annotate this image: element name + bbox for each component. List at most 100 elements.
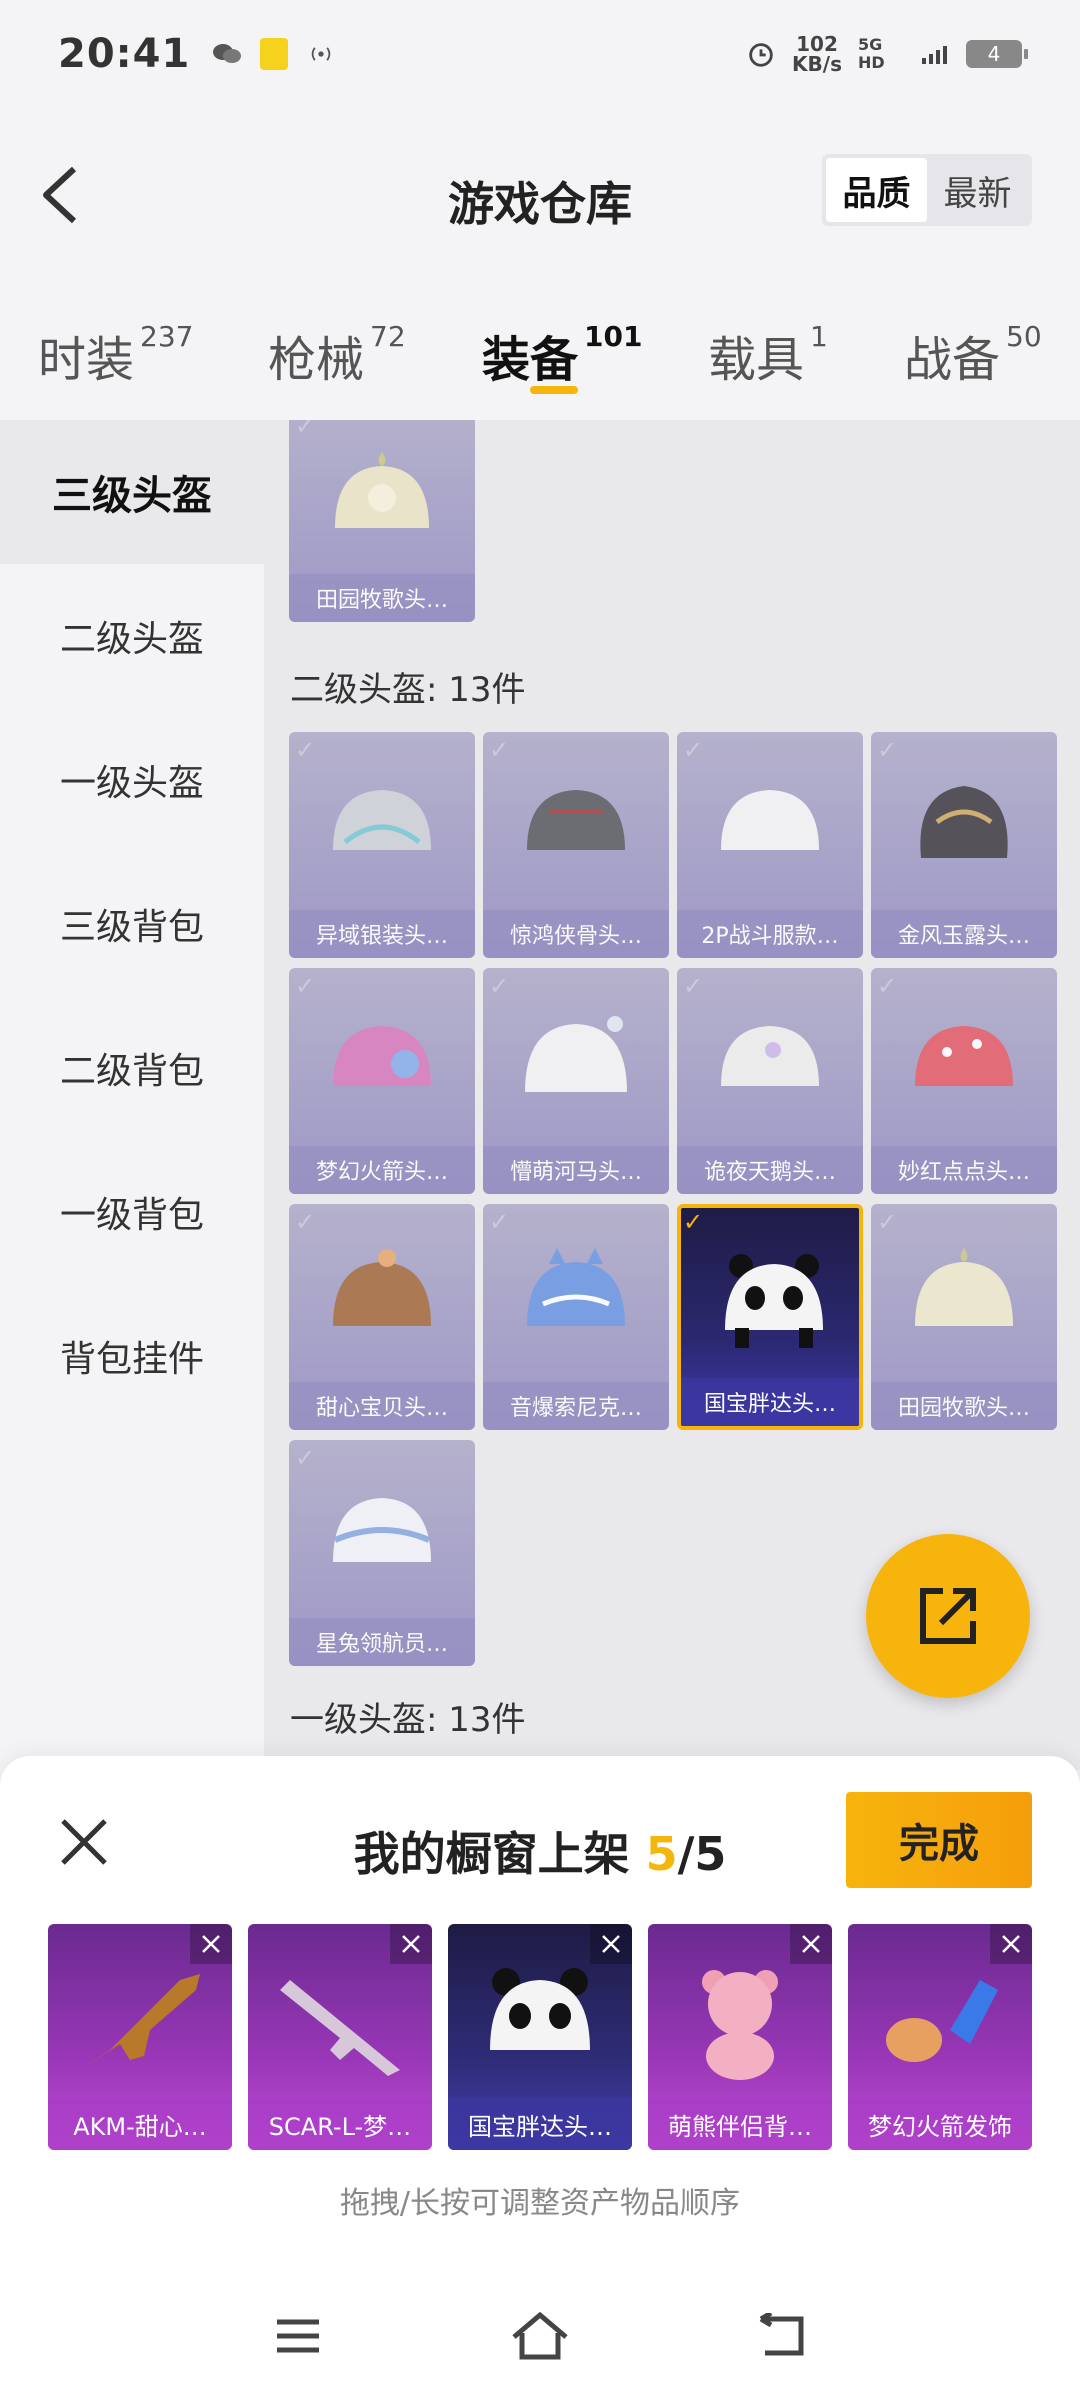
showcase-count-separator: / [677, 1827, 695, 1881]
grid-card[interactable]: ✓ 惊鸿侠骨头… [483, 732, 669, 958]
hotspot-icon [306, 39, 336, 69]
grid-card-selected[interactable]: ✓ 国宝胖达头… [677, 1204, 863, 1430]
grid-card[interactable]: ✓ 音爆索尼克… [483, 1204, 669, 1430]
back-icon [759, 2313, 804, 2356]
helmet-icon [920, 786, 1008, 858]
tab-supplies[interactable]: 战备 50 [904, 320, 1042, 390]
check-icon: ✓ [877, 1208, 898, 1236]
sidebar-item-level1-helmet[interactable]: 一级头盔 [0, 708, 264, 852]
grid-card[interactable]: ✓ 诡夜天鹅头… [677, 968, 863, 1194]
remove-item-button[interactable] [790, 1924, 832, 1964]
helmet-icon [333, 1026, 431, 1086]
helmet-icon [915, 1248, 1013, 1326]
card-label: 星兔领航员… [289, 1618, 475, 1666]
alarm-icon [746, 39, 776, 69]
back-nav-button[interactable] [752, 2306, 812, 2366]
network-type: 5G HD [858, 35, 885, 72]
home-button[interactable] [510, 2306, 570, 2366]
grid-card[interactable]: ✓ 甜心宝贝头… [289, 1204, 475, 1430]
sidebar-item-level3-backpack[interactable]: 三级背包 [0, 852, 264, 996]
tab-count: 101 [584, 320, 643, 353]
sort-quality-button[interactable]: 品质 [826, 158, 927, 222]
battery-icon: 4 [966, 40, 1028, 68]
shelf-label: AKM-甜心… [48, 2098, 232, 2150]
share-button[interactable] [866, 1534, 1030, 1698]
showcase-count-total: 5 [694, 1827, 727, 1881]
grid-card[interactable]: ✓ 梦幻火箭头… [289, 968, 475, 1194]
card-label: 懵萌河马头… [483, 1146, 669, 1194]
helmet-icon [527, 790, 625, 850]
close-icon [802, 1935, 820, 1953]
section-title-level2: 二级头盔: 13件 [290, 670, 526, 710]
shelf-item[interactable]: SCAR-L-梦… [248, 1924, 432, 2150]
tab-count: 1 [810, 320, 828, 353]
shelf-label: 萌熊伴侣背… [648, 2098, 832, 2150]
helmet-icon [333, 1498, 431, 1562]
grid-card[interactable]: ✓ 田园牧歌头… [871, 1204, 1057, 1430]
tab-equipment[interactable]: 装备 101 [482, 320, 642, 390]
shelf-item[interactable]: 国宝胖达头… [448, 1924, 632, 2150]
card-label: 国宝胖达头… [681, 1378, 859, 1426]
tab-label: 时装 [38, 332, 135, 388]
shelf-item[interactable]: 萌熊伴侣背… [648, 1924, 832, 2150]
showcase-shelf: AKM-甜心… SCAR-L-梦… 国宝胖达头… 萌熊伴侣背… 梦幻火箭发饰 [48, 1924, 1032, 2150]
tab-vehicles[interactable]: 载具 1 [708, 320, 828, 390]
check-icon: ✓ [295, 1444, 316, 1472]
sheet-title-text: 我的橱窗上架 [353, 1827, 630, 1881]
card-label: 梦幻火箭头… [289, 1146, 475, 1194]
tab-fashion[interactable]: 时装 237 [38, 320, 193, 390]
grid-card[interactable]: ✓ 金风玉露头… [871, 732, 1057, 958]
grid-card[interactable]: ✓ 异域银装头… [289, 732, 475, 958]
sidebar-item-level2-helmet[interactable]: 二级头盔 [0, 564, 264, 708]
card-label: 甜心宝贝头… [289, 1382, 475, 1430]
card-label: 妙红点点头… [871, 1146, 1057, 1194]
sidebar-item-level1-backpack[interactable]: 一级背包 [0, 1140, 264, 1284]
remove-item-button[interactable] [590, 1924, 632, 1964]
check-icon: ✓ [489, 1208, 510, 1236]
menu-button[interactable] [268, 2306, 328, 2366]
helmet-icon [721, 1026, 819, 1086]
tab-label: 战备 [904, 332, 1001, 388]
helmet-icon [915, 1026, 1013, 1086]
check-icon: ✓ [877, 972, 898, 1000]
sort-toggle: 品质 最新 [822, 154, 1032, 226]
network-speed: 102 KB/s [792, 34, 842, 74]
tab-count: 50 [1006, 320, 1042, 353]
sidebar-item-level2-backpack[interactable]: 二级背包 [0, 996, 264, 1140]
grid-card[interactable]: ✓ 懵萌河马头… [483, 968, 669, 1194]
system-nav-bar [0, 2282, 1080, 2392]
grid-card[interactable]: ✓ 2P战斗服款… [677, 732, 863, 958]
app-notification-icon [260, 38, 289, 70]
tab-guns[interactable]: 枪械 72 [268, 320, 406, 390]
remove-item-button[interactable] [990, 1924, 1032, 1964]
close-icon [402, 1935, 420, 1953]
shelf-item[interactable]: AKM-甜心… [48, 1924, 232, 2150]
shelf-label: 国宝胖达头… [448, 2098, 632, 2150]
helmet-icon [333, 1249, 431, 1326]
sort-latest-button[interactable]: 最新 [927, 158, 1028, 222]
grid-card[interactable]: ✓ 星兔领航员… [289, 1440, 475, 1666]
reorder-hint: 拖拽/长按可调整资产物品顺序 [339, 2186, 741, 2221]
close-icon [1002, 1935, 1020, 1953]
shelf-label: SCAR-L-梦… [248, 2098, 432, 2150]
shelf-item[interactable]: 梦幻火箭发饰 [848, 1924, 1032, 2150]
helmet-icon [527, 1248, 625, 1326]
remove-item-button[interactable] [390, 1924, 432, 1964]
grid-card[interactable]: ✓ 妙红点点头… [871, 968, 1057, 1194]
check-icon: ✓ [295, 972, 316, 1000]
card-label: 异域银装头… [289, 910, 475, 958]
rifle-icon [280, 1980, 400, 2076]
card-label: 音爆索尼克… [483, 1382, 669, 1430]
bear-backpack-icon [702, 1970, 778, 2080]
remove-item-button[interactable] [190, 1924, 232, 1964]
rocket-hair-accessory-icon [886, 1980, 998, 2062]
tab-count: 237 [140, 320, 194, 353]
done-button[interactable]: 完成 [846, 1792, 1032, 1888]
menu-icon [277, 2319, 319, 2353]
sidebar-item-level3-helmet[interactable]: 三级头盔 [0, 420, 264, 564]
card-label: 2P战斗服款… [677, 910, 863, 958]
status-bar: 20:41 102 KB/s 5G HD 4 [0, 0, 1080, 108]
rifle-icon [80, 1974, 200, 2070]
grid-card[interactable]: ✓ 田园牧歌头… [289, 420, 475, 622]
sidebar-item-backpack-charm[interactable]: 背包挂件 [0, 1284, 264, 1428]
